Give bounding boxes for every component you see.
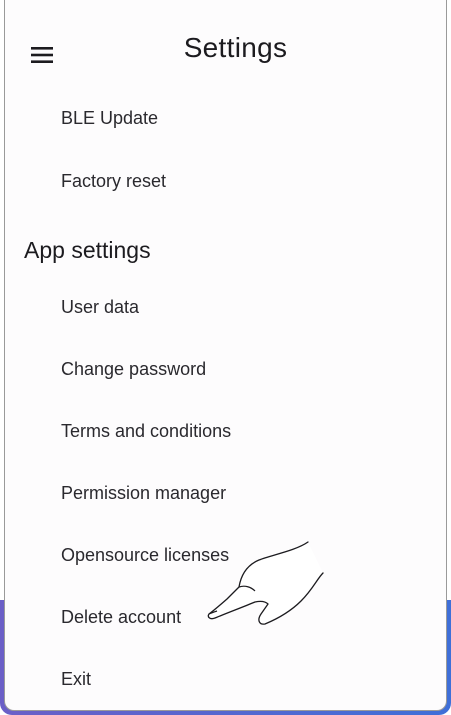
menu-item-label: Terms and conditions	[61, 420, 232, 441]
menu-item-change-password[interactable]: Change password	[61, 349, 426, 389]
menu-item-factory-reset[interactable]: Factory reset	[61, 161, 426, 201]
page-title: Settings	[183, 32, 288, 63]
menu-item-ble-update[interactable]: BLE Update	[61, 98, 426, 138]
menu-item-delete-account[interactable]: Delete account	[61, 597, 426, 637]
settings-header: Settings	[5, 0, 446, 104]
menu-item-label: BLE Update	[61, 107, 159, 128]
settings-drawer: Settings BLE Update Factory reset App se…	[4, 0, 447, 711]
menu-item-label: Permission manager	[61, 482, 227, 503]
menu-item-label: Exit	[61, 668, 92, 689]
menu-item-label: Opensource licenses	[61, 544, 230, 565]
menu-item-label: Delete account	[61, 606, 182, 627]
menu-item-permission-manager[interactable]: Permission manager	[61, 473, 426, 513]
menu-item-exit[interactable]: Exit	[61, 659, 426, 699]
section-title-app-settings: App settings	[24, 236, 151, 263]
menu-item-user-data[interactable]: User data	[61, 287, 426, 327]
menu-item-terms-and-conditions[interactable]: Terms and conditions	[61, 411, 426, 451]
menu-item-label: User data	[61, 296, 140, 317]
menu-item-opensource-licenses[interactable]: Opensource licenses	[61, 535, 426, 575]
menu-item-label: Change password	[61, 358, 207, 379]
menu-item-label: Factory reset	[61, 170, 167, 191]
